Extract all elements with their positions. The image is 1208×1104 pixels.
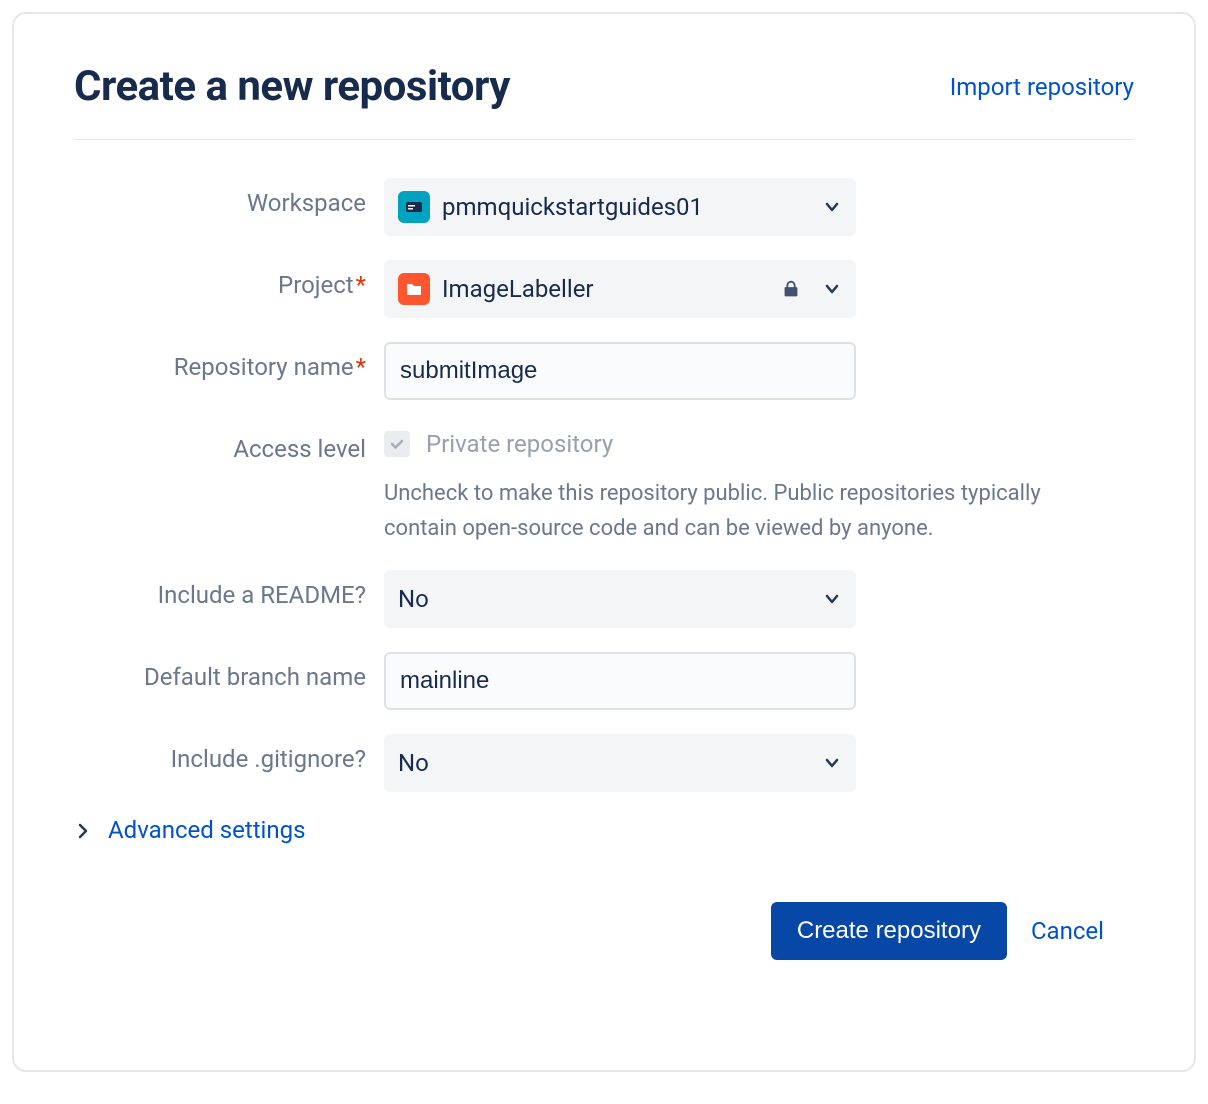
- workspace-row: Workspace pmmquickstartguides01: [74, 178, 1134, 236]
- access-level-row: Access level Private repository Uncheck …: [74, 424, 1134, 546]
- project-select[interactable]: ImageLabeller: [384, 260, 856, 318]
- repo-name-label: Repository name*: [74, 342, 384, 383]
- advanced-settings-label: Advanced settings: [108, 816, 306, 844]
- default-branch-row: Default branch name: [74, 652, 1134, 710]
- access-level-label: Access level: [74, 424, 384, 465]
- include-gitignore-row: Include .gitignore? No: [74, 734, 1134, 792]
- workspace-avatar-icon: [398, 191, 430, 223]
- workspace-select[interactable]: pmmquickstartguides01: [384, 178, 856, 236]
- checkmark-icon: [389, 436, 405, 452]
- default-branch-label: Default branch name: [74, 652, 384, 693]
- header-row: Create a new repository Import repositor…: [74, 62, 1134, 140]
- include-gitignore-label: Include .gitignore?: [74, 734, 384, 775]
- cancel-link[interactable]: Cancel: [1031, 917, 1104, 945]
- include-readme-row: Include a README? No: [74, 570, 1134, 628]
- include-readme-label: Include a README?: [74, 570, 384, 611]
- advanced-settings-toggle[interactable]: Advanced settings: [74, 816, 1134, 844]
- project-label: Project*: [74, 260, 384, 301]
- project-row: Project* ImageLabeller: [74, 260, 1134, 318]
- workspace-value: pmmquickstartguides01: [442, 193, 822, 221]
- workspace-label: Workspace: [74, 178, 384, 219]
- private-checkbox[interactable]: [384, 431, 410, 457]
- repo-name-input[interactable]: [384, 342, 856, 400]
- include-gitignore-value: No: [398, 749, 822, 777]
- chevron-down-icon: [822, 197, 842, 217]
- chevron-right-icon: [74, 822, 92, 840]
- include-readme-value: No: [398, 585, 822, 613]
- repo-name-row: Repository name*: [74, 342, 1134, 400]
- include-gitignore-select[interactable]: No: [384, 734, 856, 792]
- default-branch-input[interactable]: [384, 652, 856, 710]
- page-title: Create a new repository: [74, 62, 510, 111]
- create-repo-panel: Create a new repository Import repositor…: [12, 12, 1196, 1072]
- lock-icon: [780, 278, 802, 300]
- private-helper-text: Uncheck to make this repository public. …: [384, 476, 1044, 546]
- private-checkbox-label: Private repository: [426, 430, 613, 458]
- project-avatar-icon: [398, 273, 430, 305]
- chevron-down-icon: [822, 753, 842, 773]
- include-readme-select[interactable]: No: [384, 570, 856, 628]
- create-repository-button[interactable]: Create repository: [771, 902, 1007, 960]
- chevron-down-icon: [822, 589, 842, 609]
- actions-row: Create repository Cancel: [74, 902, 1134, 960]
- import-repository-link[interactable]: Import repository: [950, 73, 1134, 101]
- chevron-down-icon: [822, 279, 842, 299]
- project-value: ImageLabeller: [442, 275, 780, 303]
